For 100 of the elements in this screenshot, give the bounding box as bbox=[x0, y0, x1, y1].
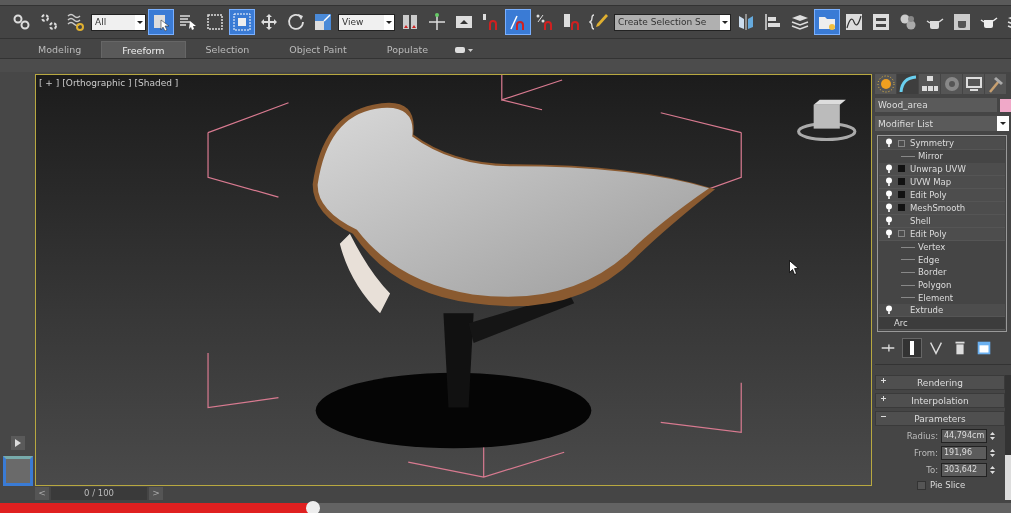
object-name-field[interactable]: Wood_area bbox=[875, 98, 997, 112]
rotate-arrow-icon bbox=[286, 12, 306, 32]
light-bulb-icon[interactable] bbox=[885, 189, 893, 200]
rollout-title: Rendering bbox=[916, 377, 964, 388]
parameter-label: To: bbox=[926, 465, 938, 476]
light-bulb-icon[interactable] bbox=[885, 305, 893, 316]
spinner-button[interactable] bbox=[990, 447, 997, 460]
braces-pencil-icon bbox=[589, 12, 609, 32]
pivot-brackets-icon bbox=[400, 12, 420, 32]
ribbon-tab[interactable]: Modeling bbox=[18, 41, 102, 58]
mouse-cursor-icon bbox=[789, 260, 799, 275]
modifier-name: Edit Poly bbox=[910, 189, 947, 200]
axis-cross-icon bbox=[427, 12, 447, 32]
parameter-field[interactable]: 191,96 bbox=[941, 446, 987, 461]
hierarchy-tab[interactable] bbox=[919, 74, 940, 94]
sub-object-name: Polygon bbox=[918, 280, 952, 291]
utilities-tab[interactable] bbox=[985, 74, 1006, 94]
sub-object-level-item[interactable]: Polygon bbox=[879, 278, 1005, 292]
list-cursor-icon bbox=[178, 12, 198, 32]
parameter-field[interactable]: 44,794cm bbox=[941, 429, 987, 444]
modifier-stack-item[interactable]: Unwrap UVW bbox=[879, 162, 1005, 176]
bar-icon bbox=[910, 341, 914, 356]
sub-object-level-item[interactable]: Vertex bbox=[879, 240, 1005, 254]
toolbar-dropdown[interactable]: Create Selection Se bbox=[614, 13, 731, 31]
move-arrows-icon bbox=[259, 12, 279, 32]
toolbar-dropdown[interactable]: View bbox=[338, 13, 395, 31]
ribbon-tab[interactable]: Populate bbox=[366, 41, 449, 58]
angle-snap-button[interactable] bbox=[506, 10, 530, 34]
sun-icon bbox=[875, 74, 896, 94]
ribbon-tab[interactable]: Freeform bbox=[101, 41, 186, 58]
modifier-name: Symmetry bbox=[910, 138, 955, 148]
modifier-stack-item[interactable]: Extrude bbox=[879, 304, 1005, 318]
object-color-swatch[interactable] bbox=[1000, 98, 1011, 112]
modifier-list-dropdown[interactable]: Modifier List bbox=[875, 116, 1009, 131]
teapot-frame-icon bbox=[952, 12, 972, 32]
rollout-header[interactable]: Interpolation bbox=[875, 393, 1005, 409]
light-bulb-icon[interactable] bbox=[885, 163, 893, 174]
modifier-name: Unwrap UVW bbox=[910, 163, 966, 174]
rollout-header[interactable]: Rendering bbox=[875, 375, 1005, 391]
sub-object-name: Vertex bbox=[918, 242, 946, 253]
stacked-layers-icon bbox=[790, 12, 810, 32]
create-tab[interactable] bbox=[875, 74, 896, 94]
time-slider-thumb[interactable]: 0 / 100 bbox=[51, 486, 147, 500]
rollout-header[interactable]: Parameters bbox=[875, 411, 1005, 427]
previous-frame-button[interactable]: < bbox=[35, 486, 49, 500]
checkbox[interactable] bbox=[917, 480, 926, 490]
modifier-stack-item[interactable]: Symmetry bbox=[879, 137, 1005, 150]
sub-object-level-item[interactable]: Mirror bbox=[879, 150, 1005, 163]
sub-object-level-item[interactable]: Edge bbox=[879, 253, 1005, 267]
modifier-name: UVW Map bbox=[910, 176, 952, 187]
curve-icon bbox=[897, 74, 918, 94]
spinner-arrows-icon bbox=[990, 431, 995, 442]
sub-object-level-item[interactable]: Border bbox=[879, 266, 1005, 279]
broken-chain-icon bbox=[39, 12, 59, 32]
ribbon-tab[interactable]: Selection bbox=[185, 41, 270, 58]
sub-object-level-item[interactable]: Element bbox=[879, 291, 1005, 305]
modifier-name: Arc bbox=[894, 318, 908, 329]
play-button[interactable] bbox=[10, 436, 25, 450]
ribbon-tab[interactable]: Object Paint bbox=[269, 41, 367, 58]
align-bars-icon bbox=[763, 12, 783, 32]
light-bulb-icon[interactable] bbox=[885, 176, 893, 187]
select-object-button[interactable] bbox=[149, 10, 173, 34]
chain-link-icon bbox=[12, 12, 32, 32]
spinner-button[interactable] bbox=[990, 464, 997, 477]
cube-in-frame-icon bbox=[232, 12, 252, 32]
light-bulb-icon[interactable] bbox=[885, 202, 893, 213]
viewport-thumbnail[interactable] bbox=[2, 456, 33, 486]
ribbon-toggle-icon bbox=[454, 44, 475, 55]
boxes-diagram-icon bbox=[871, 12, 891, 32]
parameter-field[interactable]: 303,642 bbox=[941, 463, 987, 478]
spinner-button[interactable] bbox=[990, 430, 997, 443]
scale-squares-icon bbox=[313, 12, 333, 32]
display-tab[interactable] bbox=[963, 74, 984, 94]
rollout-title: Parameters bbox=[913, 413, 967, 424]
modifier-stack-item[interactable]: Arc bbox=[879, 317, 1005, 331]
window-crossing-button[interactable] bbox=[230, 10, 254, 34]
parameter-label: Radius: bbox=[906, 431, 938, 442]
spinner-arrows-icon bbox=[990, 465, 995, 476]
scrubber-handle[interactable] bbox=[306, 501, 321, 513]
panel-scrollbar[interactable] bbox=[1005, 375, 1011, 500]
modifier-name: Edit Poly bbox=[910, 228, 947, 239]
scene-explorer-button[interactable] bbox=[815, 10, 839, 34]
next-frame-button[interactable]: > bbox=[149, 486, 163, 500]
viewport-label[interactable]: [Orthographic ] bbox=[62, 78, 132, 88]
parameter-label: From: bbox=[914, 448, 938, 459]
light-bulb-icon[interactable] bbox=[885, 215, 893, 226]
sub-object-name: Element bbox=[918, 292, 954, 303]
checkbox-label: Pie Slice bbox=[930, 480, 966, 491]
light-bulb-icon[interactable] bbox=[885, 138, 893, 148]
light-bulb-icon[interactable] bbox=[885, 228, 893, 239]
perspective-viewport[interactable]: [ + ] [Orthographic ] [Shaded ] bbox=[35, 74, 872, 486]
viewport-label[interactable]: [Shaded ] bbox=[134, 78, 179, 88]
toolbar-dropdown[interactable]: All bbox=[91, 13, 146, 31]
modifier-name: MeshSmooth bbox=[910, 202, 966, 213]
percent-magnet-icon bbox=[535, 12, 555, 32]
viewport-label[interactable]: [ + ] bbox=[39, 78, 60, 88]
show-end-result-button[interactable] bbox=[903, 339, 921, 358]
viewcube-icon[interactable] bbox=[797, 99, 857, 142]
modifier-name: Shell bbox=[910, 215, 931, 226]
modify-tab[interactable] bbox=[897, 74, 918, 94]
